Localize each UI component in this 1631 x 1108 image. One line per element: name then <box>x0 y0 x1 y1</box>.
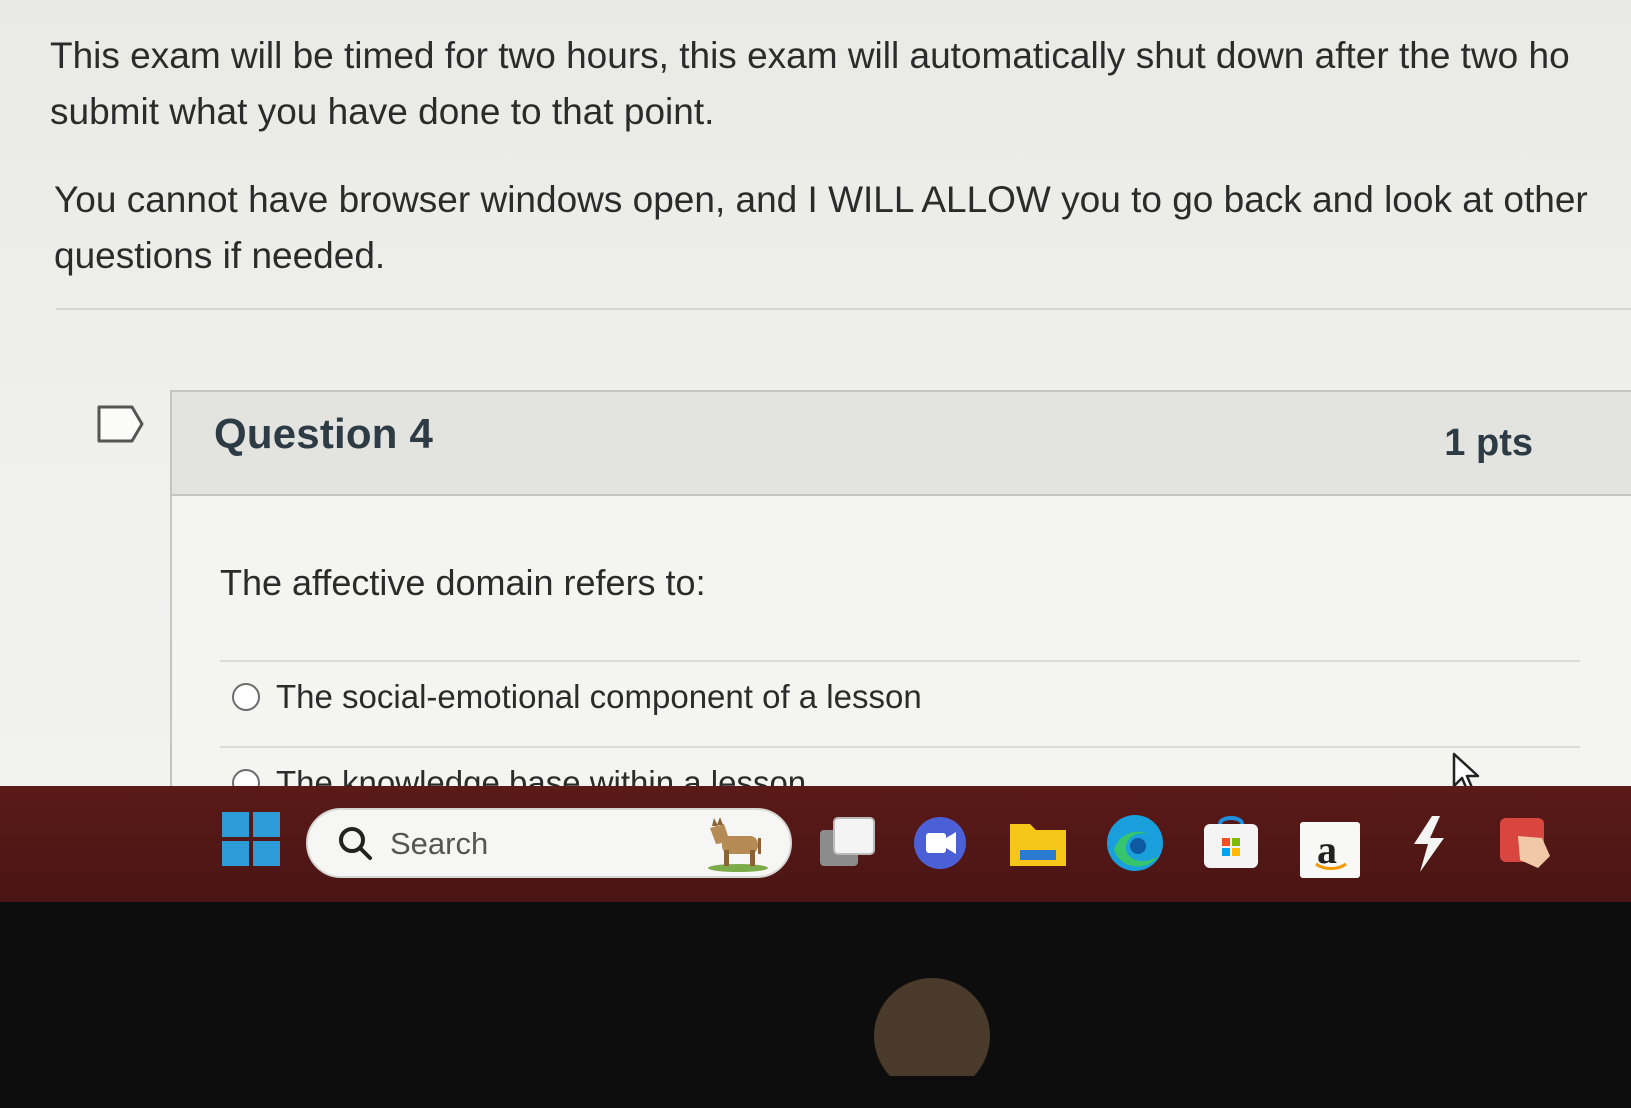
instructions-line: You cannot have browser windows open, an… <box>54 179 1588 220</box>
instructions-line: questions if needed. <box>54 235 386 276</box>
browser-viewport: This exam will be timed for two hours, t… <box>0 0 1631 820</box>
windows-taskbar: Search a <box>0 786 1631 902</box>
question-text: The affective domain refers to: <box>220 562 706 603</box>
question-title: Question 4 <box>214 410 434 457</box>
search-placeholder: Search <box>390 826 489 861</box>
instructions-line: submit what you have done to that point. <box>50 91 715 132</box>
instructions-line: This exam will be timed for two hours, t… <box>50 35 1570 76</box>
taskbar-search-box[interactable]: Search <box>306 808 792 878</box>
windows-start-icon[interactable] <box>222 812 282 868</box>
microsoft-store-icon[interactable] <box>1202 814 1260 870</box>
search-icon <box>339 827 372 860</box>
question-header: Question 4 1 pts <box>172 392 1631 496</box>
meet-video-icon[interactable] <box>912 816 970 870</box>
edge-browser-icon[interactable] <box>1104 812 1166 874</box>
section-divider <box>56 308 1631 310</box>
flag-question-icon[interactable] <box>96 404 146 444</box>
task-view-icon[interactable] <box>818 816 876 870</box>
answer-option-1[interactable]: The social-emotional component of a less… <box>232 678 922 716</box>
instructions-paragraph-1: This exam will be timed for two hours, t… <box>50 28 1631 140</box>
instructions-paragraph-2: You cannot have browser windows open, an… <box>54 172 1631 284</box>
answer-label: The social-emotional component of a less… <box>276 678 922 715</box>
question-points: 1 pts <box>1444 422 1533 464</box>
radio-button[interactable] <box>232 683 260 711</box>
question-card: Question 4 1 pts The affective domain re… <box>170 390 1631 820</box>
hp-logo <box>874 978 990 1076</box>
search-highlight-donkey-icon <box>708 817 768 872</box>
file-explorer-icon[interactable] <box>1008 816 1068 870</box>
amazon-icon[interactable]: a <box>1300 822 1360 878</box>
lightning-app-icon[interactable] <box>1406 814 1450 874</box>
answer-divider <box>220 660 1580 662</box>
pinned-app-icon[interactable] <box>1498 816 1558 874</box>
answer-divider <box>220 746 1580 748</box>
laptop-bezel <box>0 902 1631 1108</box>
